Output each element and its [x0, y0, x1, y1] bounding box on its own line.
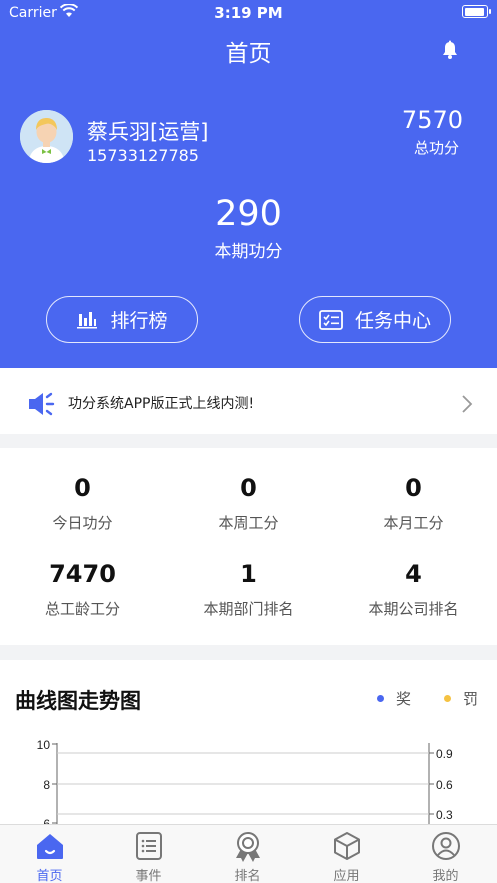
tab-label: 我的 [432, 869, 459, 883]
leaderboard-button[interactable]: 排行榜 [46, 296, 198, 343]
stat-value: 1 [240, 560, 257, 588]
legend-label: 奖 [396, 690, 412, 708]
tab-apps[interactable]: 应用 [297, 825, 396, 883]
tab-label: 应用 [333, 869, 360, 883]
period-score-value: 290 [215, 194, 282, 234]
battery-icon [462, 5, 491, 18]
bottom-tab-bar: 首页 事件 排名 应用 我的 [0, 824, 497, 883]
status-bar: Carrier 3:19 PM [0, 0, 497, 26]
tab-profile[interactable]: 我的 [396, 825, 495, 883]
legend-reward[interactable]: 奖 [377, 688, 411, 709]
user-phone: 15733127785 [87, 146, 199, 165]
announcement-bar[interactable]: 功分系统APP版正式上线内测! [0, 368, 497, 434]
tab-home[interactable]: 首页 [0, 825, 99, 883]
trend-chart: 10 8 6 0.9 0.6 0.3 [37, 738, 453, 825]
total-score-label: 总功分 [413, 139, 459, 157]
tab-ranking[interactable]: 排名 [198, 825, 297, 883]
speaker-icon [29, 392, 55, 416]
task-center-label: 任务中心 [354, 310, 431, 332]
stat-value: 4 [405, 560, 422, 588]
period-score-label: 本期功分 [214, 242, 283, 262]
tab-label: 事件 [135, 869, 162, 883]
user-name: 蔡兵羽[运营] [87, 120, 209, 144]
announcement-text: 功分系统APP版正式上线内测! [68, 396, 255, 412]
cube-icon [334, 832, 360, 860]
medal-icon [236, 832, 260, 862]
leaderboard-label: 排行榜 [110, 310, 168, 332]
legend-dot [377, 695, 384, 702]
stat-value: 7470 [49, 560, 116, 588]
checklist-icon [319, 309, 343, 330]
stat-label: 本月工分 [383, 514, 444, 532]
chevron-right-icon[interactable] [461, 394, 473, 414]
stat-label: 今日功分 [52, 514, 113, 532]
page-title: 首页 [225, 41, 272, 67]
home-screen: Carrier 3:19 PM 首页 蔡兵羽[运营] 15733127785 7… [0, 0, 497, 883]
total-score-value: 7570 [401, 106, 463, 134]
score-stats-panel: 0 今日功分 0 本周工分 0 本月工分 7470 总工龄工分 1 本期部门排名… [0, 448, 497, 645]
bell-icon[interactable] [440, 40, 460, 60]
tab-label: 排名 [234, 869, 261, 883]
stat-label: 本期部门排名 [203, 600, 294, 618]
y-left-tick-label: 8 [43, 778, 50, 792]
stat-week[interactable]: 0 本周工分 [166, 474, 331, 533]
stat-dept-rank[interactable]: 1 本期部门排名 [166, 560, 331, 619]
bar-chart-icon [77, 311, 98, 328]
stat-label: 本期公司排名 [368, 600, 459, 618]
y-right-tick-label: 0.6 [436, 778, 453, 792]
avatar-image [20, 110, 73, 163]
stat-month[interactable]: 0 本月工分 [331, 474, 496, 533]
legend-label: 罚 [463, 690, 479, 708]
tab-events[interactable]: 事件 [99, 825, 198, 883]
task-center-button[interactable]: 任务中心 [299, 296, 451, 343]
legend-dot [444, 695, 451, 702]
stat-value: 0 [405, 474, 422, 502]
clock: 3:19 PM [214, 4, 283, 22]
header-banner: Carrier 3:19 PM 首页 蔡兵羽[运营] 15733127785 7… [0, 0, 497, 368]
y-left-tick-label: 10 [37, 738, 51, 752]
legend-penalty[interactable]: 罚 [444, 688, 478, 709]
user-icon [432, 832, 460, 860]
tab-label: 首页 [36, 869, 63, 883]
stat-value: 0 [74, 474, 91, 502]
chart-title: 曲线图走势图 [15, 689, 141, 713]
stat-value: 0 [240, 474, 257, 502]
stat-label: 本周工分 [218, 514, 279, 532]
stat-seniority[interactable]: 7470 总工龄工分 [0, 560, 165, 619]
stat-company-rank[interactable]: 4 本期公司排名 [331, 560, 496, 619]
stat-today[interactable]: 0 今日功分 [0, 474, 165, 533]
avatar[interactable] [20, 110, 73, 163]
y-right-tick-label: 0.9 [436, 747, 453, 761]
home-icon [37, 834, 63, 859]
stat-label: 总工龄工分 [44, 600, 120, 618]
y-right-tick-label: 0.3 [436, 808, 453, 822]
list-icon [136, 832, 162, 860]
